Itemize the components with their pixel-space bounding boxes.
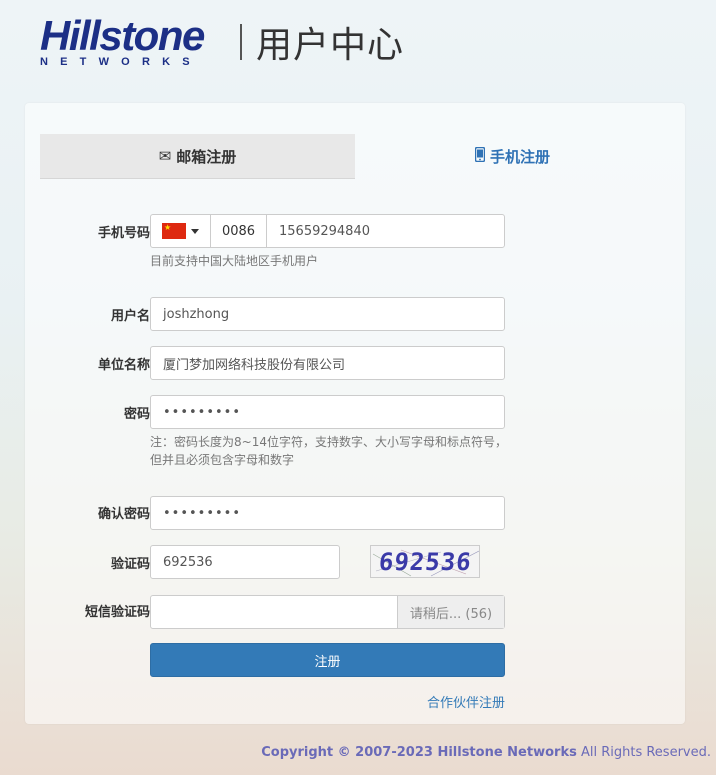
captcha-image-text: 692536 xyxy=(377,548,474,576)
footer-copyright: Copyright © 2007-2023 Hillstone Networks xyxy=(261,745,577,760)
phone-input[interactable]: 15659294840 xyxy=(267,215,504,247)
password-label: 密码 xyxy=(123,407,150,422)
register-tabs: ✉ 邮箱注册 手机注册 xyxy=(40,134,670,179)
captcha-label: 验证码 xyxy=(110,557,150,572)
tab-phone-register[interactable]: 手机注册 xyxy=(355,134,670,179)
phone-help-text: 目前支持中国大陆地区手机用户 xyxy=(150,254,319,268)
register-card: ✉ 邮箱注册 手机注册 手机号码 ★ 0086 15659294840 目前支持… xyxy=(25,103,685,724)
hillstone-logo[interactable]: Hillstone NETWORKS xyxy=(40,14,226,70)
company-input[interactable]: 厦门梦加网络科技股份有限公司 xyxy=(150,346,505,380)
china-flag-icon: ★ xyxy=(162,223,186,239)
mobile-phone-icon xyxy=(474,146,486,166)
tab-email-register[interactable]: ✉ 邮箱注册 xyxy=(40,134,355,179)
company-label: 单位名称 xyxy=(97,358,150,373)
logo-subtext: NETWORKS xyxy=(40,56,202,68)
captcha-input[interactable]: 692536 xyxy=(150,545,340,579)
sms-code-group: 请稍后... (56) xyxy=(150,595,505,629)
tab-phone-label: 手机注册 xyxy=(489,148,550,166)
page-header: Hillstone NETWORKS 用户中心 xyxy=(40,12,404,72)
captcha-image[interactable]: 692536 xyxy=(370,545,480,578)
tab-email-label: 邮箱注册 xyxy=(176,147,237,166)
username-input[interactable]: joshzhong xyxy=(150,297,505,331)
sms-code-input[interactable] xyxy=(151,596,397,628)
country-code: 0086 xyxy=(211,215,267,247)
logo-wordmark: Hillstone xyxy=(40,12,205,59)
phone-label: 手机号码 xyxy=(97,226,150,241)
footer-rights: All Rights Reserved. xyxy=(576,745,711,760)
confirm-password-label: 确认密码 xyxy=(97,507,150,522)
password-input[interactable]: ••••••••• xyxy=(150,395,505,429)
partner-register-link[interactable]: 合作伙伴注册 xyxy=(427,692,505,711)
phone-input-group: ★ 0086 15659294840 xyxy=(150,214,505,248)
confirm-password-input[interactable]: ••••••••• xyxy=(150,496,505,530)
envelope-icon: ✉ xyxy=(158,147,172,165)
footer: Copyright © 2007-2023 Hillstone Networks… xyxy=(261,745,711,760)
header-divider xyxy=(240,24,242,60)
caret-down-icon xyxy=(191,228,199,234)
password-help-text: 注：密码长度为8~14位字符，支持数字、大小写字母和标点符号，但并且必须包含字母… xyxy=(150,435,507,467)
country-select[interactable]: ★ xyxy=(151,215,211,247)
register-button[interactable]: 注册 xyxy=(150,643,505,677)
sms-code-label: 短信验证码 xyxy=(84,605,150,620)
page-title: 用户中心 xyxy=(256,25,405,66)
send-sms-button[interactable]: 请稍后... (56) xyxy=(397,596,504,628)
username-label: 用户名 xyxy=(110,309,150,324)
